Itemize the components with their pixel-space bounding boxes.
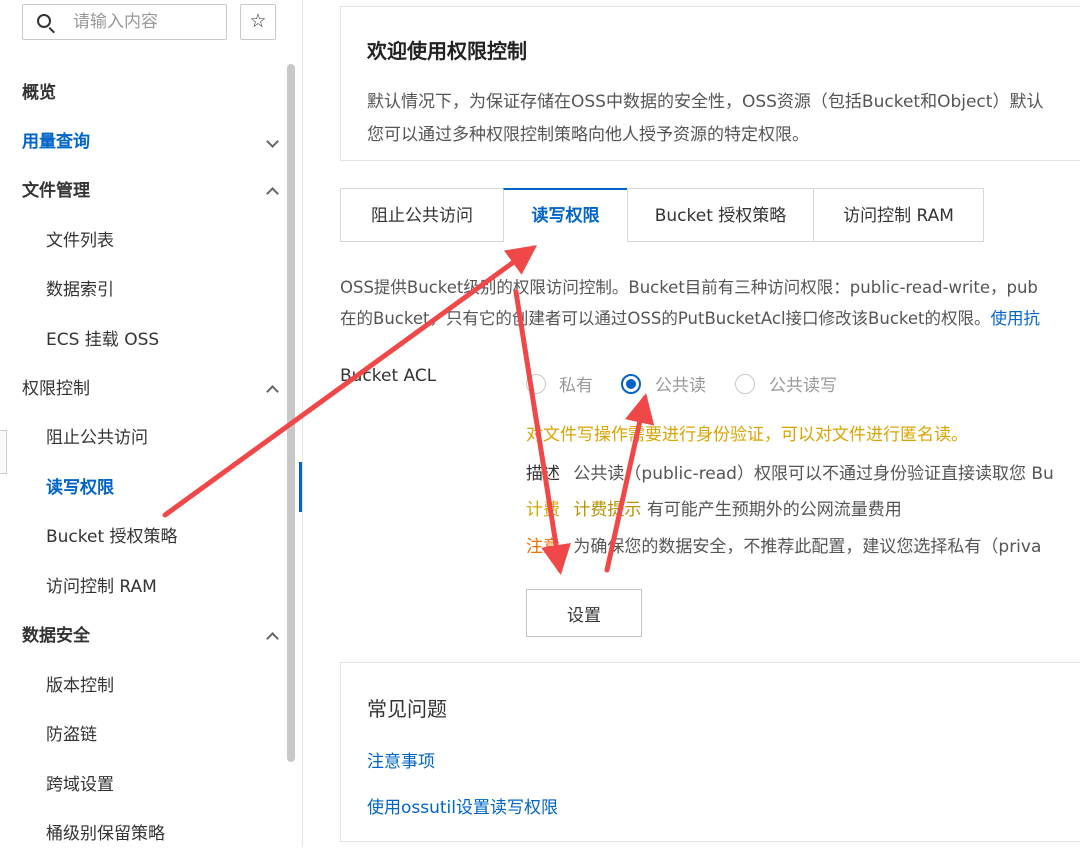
tab-block-public[interactable]: 阻止公共访问 [340,188,504,242]
sidebar-item-file-mgmt[interactable]: 文件管理 [22,171,90,211]
intro-line-2-text: 在的Bucket，只有它的创建者可以通过OSS的PutBucketAcl接口修改… [340,309,991,328]
radio-public-read-label[interactable]: 公共读 [655,371,706,396]
active-nav-indicator [299,462,302,512]
sidebar-item-file-list[interactable]: 文件列表 [46,221,114,261]
sidebar-item-overview[interactable]: 概览 [22,73,56,113]
search-box[interactable] [22,4,227,40]
acl-warning: 对文件写操作需要进行身份验证，可以对文件进行匿名读。 [526,425,968,445]
sidebar-item-data-index[interactable]: 数据索引 [46,270,114,310]
star-icon[interactable]: ☆ [240,4,276,40]
radio-private[interactable] [526,374,546,394]
intro-line-1: OSS提供Bucket级别的权限访问控制。Bucket目前有三种访问权限：pub… [340,278,1038,297]
sidebar-collapse-handle[interactable] [0,430,7,474]
sidebar-item-hotlink[interactable]: 防盗链 [46,715,97,755]
sidebar: ☆ 概览 用量查询 文件管理 文件列表 数据索引 ECS 挂载 OSS 权限控制… [0,0,303,847]
faq-link-ossutil[interactable]: 使用ossutil设置读写权限 [367,793,558,818]
faq-title: 常见问题 [367,697,447,721]
sidebar-item-data-security[interactable]: 数据安全 [22,616,90,656]
acl-desc-text: 公共读（public-read）权限可以不通过身份验证直接读取您 Bu [573,464,1054,484]
welcome-text-line-2: 您可以通过多种权限控制策略向他人授予资源的特定权限。 [367,125,809,145]
acl-notice-text: 为确保您的数据安全，不推荐此配置，建议您选择私有（priva [573,537,1042,557]
acl-desc-row: 描述 公共读（public-read）权限可以不通过身份验证直接读取您 Bu [526,459,1054,484]
sidebar-item-ram-access[interactable]: 访问控制 RAM [46,567,157,607]
search-input[interactable] [73,9,221,35]
acl-billing-hint: 计费提示 [573,500,642,520]
faq-link-notes[interactable]: 注意事项 [367,747,435,772]
radio-public-read-write-label[interactable]: 公共读写 [769,371,837,396]
intro-line-2: 在的Bucket，只有它的创建者可以通过OSS的PutBucketAcl接口修改… [340,305,1040,329]
tab-bucket-policy[interactable]: Bucket 授权策略 [627,188,814,242]
acl-billing-label: 计费 [526,500,560,520]
radio-public-read[interactable] [621,374,641,394]
acl-notice-label: 注意 [526,537,560,557]
sidebar-item-usage[interactable]: 用量查询 [22,122,90,162]
chevron-down-icon[interactable] [266,135,279,148]
acl-notice-row: 注意 为确保您的数据安全，不推荐此配置，建议您选择私有（priva [526,532,1041,557]
welcome-title: 欢迎使用权限控制 [367,39,527,63]
sidebar-item-ecs-mount[interactable]: ECS 挂载 OSS [46,320,159,360]
tab-ram-access[interactable]: 访问控制 RAM [813,188,984,242]
acl-desc-label: 描述 [526,464,560,484]
intro-doc-link[interactable]: 使用抗 [991,309,1041,328]
acl-billing-text: 有可能产生预期外的公网流量费用 [646,500,902,520]
welcome-text-line-1: 默认情况下，为保证存储在OSS中数据的安全性，OSS资源（包括Bucket和Ob… [367,92,1044,112]
acl-billing-row: 计费 计费提示 有可能产生预期外的公网流量费用 [526,495,902,520]
sidebar-item-rw-permission[interactable]: 读写权限 [46,468,114,508]
sidebar-item-block-public[interactable]: 阻止公共访问 [46,418,148,458]
sidebar-item-cors[interactable]: 跨域设置 [46,765,114,805]
tab-rw-permission[interactable]: 读写权限 [503,188,628,242]
chevron-up-icon[interactable] [266,187,279,200]
welcome-card: 欢迎使用权限控制 默认情况下，为保证存储在OSS中数据的安全性，OSS资源（包括… [340,6,1080,161]
sidebar-item-permission[interactable]: 权限控制 [22,369,90,409]
set-button[interactable]: 设置 [526,589,642,637]
sidebar-item-versioning[interactable]: 版本控制 [46,666,114,706]
chevron-up-icon[interactable] [266,385,279,398]
faq-card: 常见问题 注意事项 使用ossutil设置读写权限 [340,662,1080,842]
sidebar-scrollbar[interactable] [287,64,295,762]
search-icon [37,14,51,28]
sidebar-item-bucket-policy[interactable]: Bucket 授权策略 [46,517,178,557]
sidebar-item-retention[interactable]: 桶级别保留策略 [46,814,165,854]
radio-public-read-write[interactable] [735,374,755,394]
radio-private-label[interactable]: 私有 [559,371,593,396]
bucket-acl-label: Bucket ACL [340,366,437,386]
chevron-up-icon[interactable] [266,632,279,645]
